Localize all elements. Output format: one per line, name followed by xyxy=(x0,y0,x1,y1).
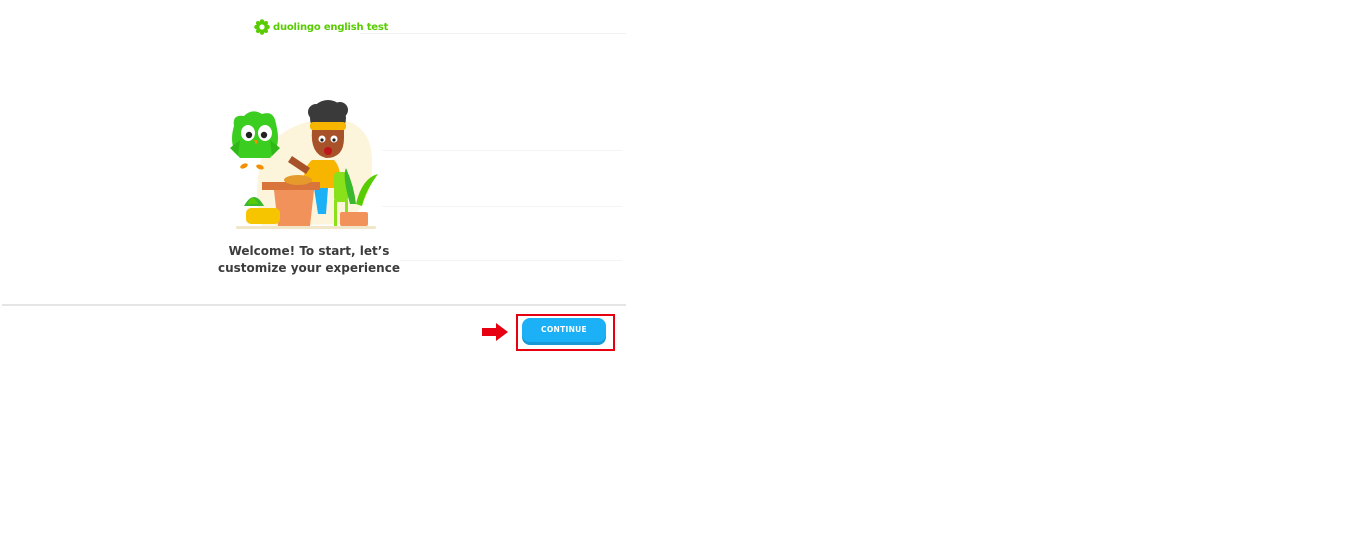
faint-line xyxy=(400,260,622,261)
red-arrow-right-icon xyxy=(482,323,508,341)
welcome-heading: Welcome! To start, let’s customize your … xyxy=(209,243,409,277)
page: duolingo english test Welcome! To start,… xyxy=(0,0,1360,543)
faint-line xyxy=(382,150,622,151)
welcome-line-1: Welcome! To start, let’s xyxy=(228,244,390,258)
owl-and-student-illustration xyxy=(230,100,378,229)
duolingo-leaf-icon xyxy=(254,19,270,35)
continue-button[interactable]: CONTINUE xyxy=(522,318,606,342)
footer-divider xyxy=(2,304,626,306)
welcome-line-2: customize your experience xyxy=(218,261,400,275)
logo-text: duolingo english test xyxy=(273,21,389,33)
faint-line xyxy=(382,206,622,207)
header-rule xyxy=(360,33,626,34)
